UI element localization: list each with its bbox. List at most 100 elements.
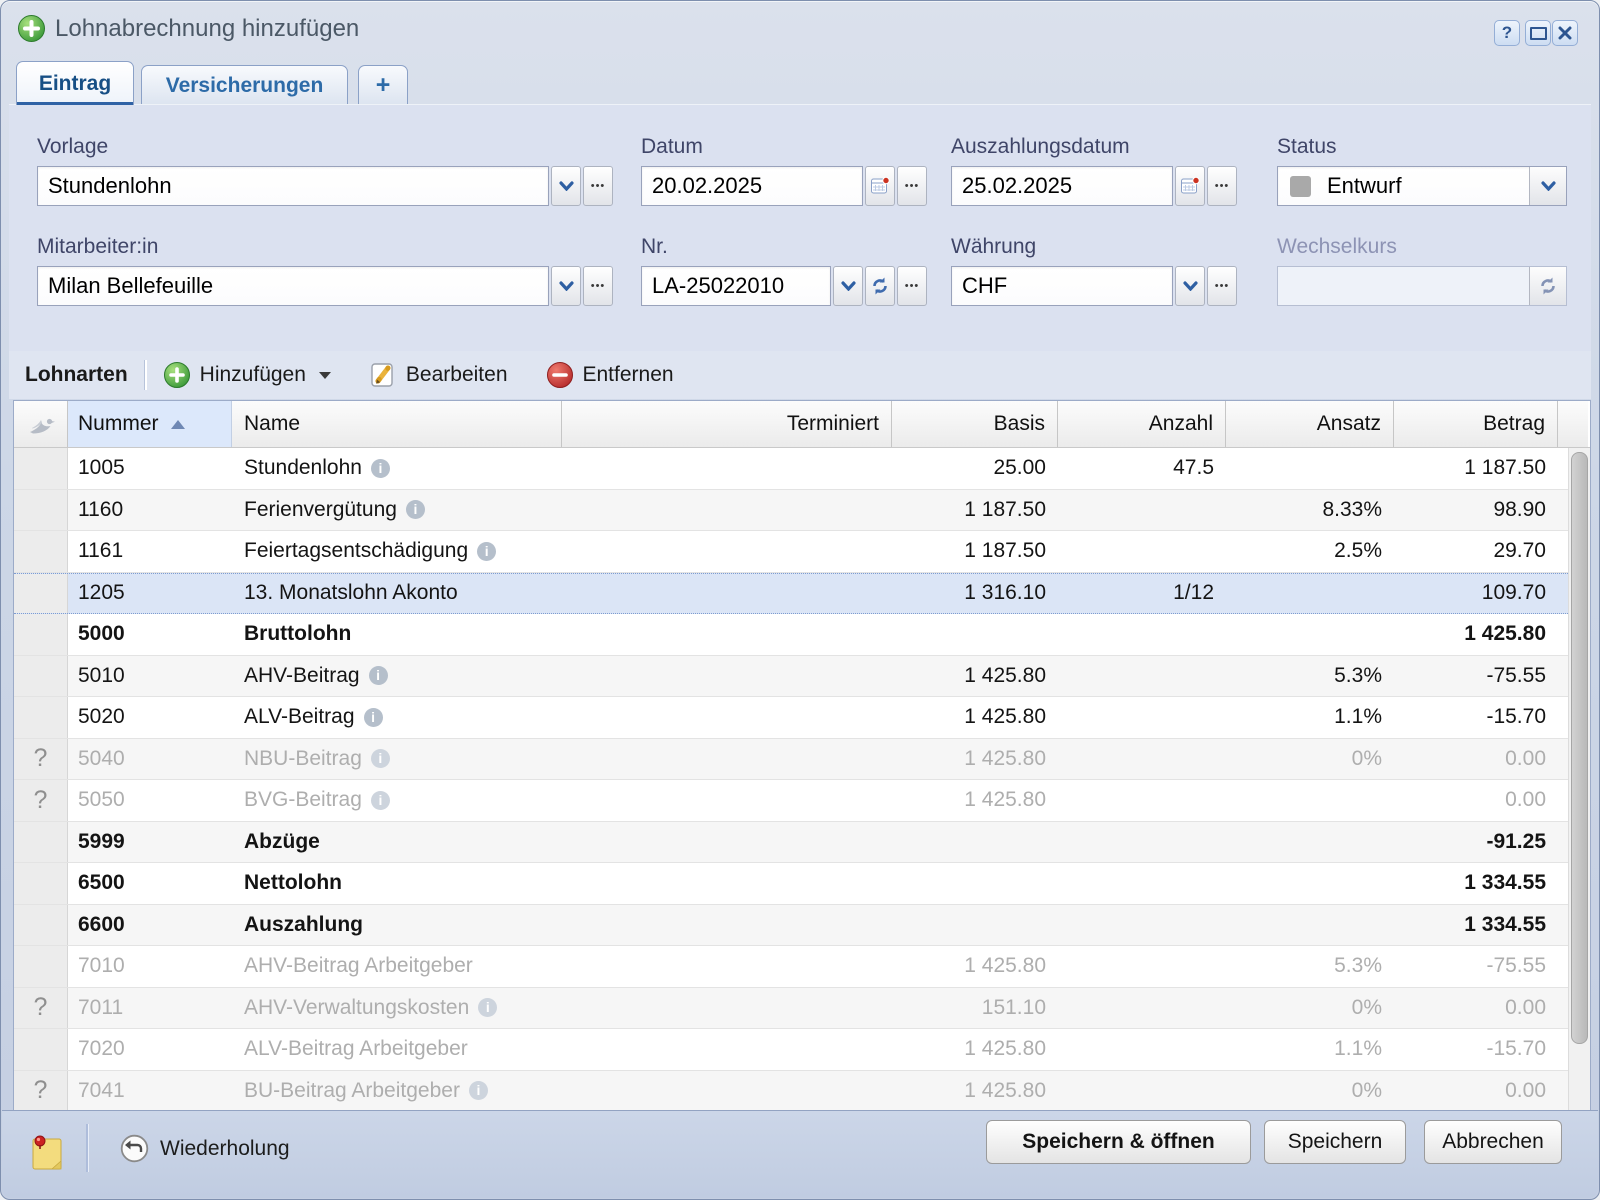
table-row[interactable]: 1205 13. Monatslohn Akonto 1 316.10 1/12… [14,573,1590,615]
add-row-button[interactable]: Hinzufügen [163,361,331,389]
save-button[interactable]: Speichern [1264,1120,1406,1164]
column-header-betrag[interactable]: Betrag [1394,401,1558,447]
nr-more-button[interactable] [897,266,927,306]
column-header-ansatz[interactable]: Ansatz [1226,401,1394,447]
note-icon[interactable] [30,1132,64,1177]
waehrung-input[interactable]: CHF [951,266,1173,306]
info-icon [406,500,425,519]
wiederholung-button[interactable]: Wiederholung [120,1134,290,1163]
datum-more-button[interactable] [897,166,927,206]
tab-add[interactable]: + [358,65,408,105]
table-row[interactable]: 6600 Auszahlung 1 334.55 [14,905,1590,947]
cell-ansatz: 0% [1226,739,1394,780]
cell-basis: 1 187.50 [892,490,1058,531]
cell-nummer: 7010 [68,946,232,987]
cell-terminiert [562,1071,892,1112]
cell-ansatz [1226,448,1394,489]
cell-terminiert [562,614,892,655]
table-row[interactable]: 5010 AHV-Beitrag 1 425.80 5.3% -75.55 [14,656,1590,698]
mitarbeiter-dropdown-button[interactable] [551,266,581,306]
nr-refresh-button[interactable] [865,266,895,306]
table-row[interactable]: 1161 Feiertagsentschädigung 1 187.50 2.5… [14,531,1590,573]
wechselkurs-refresh-button[interactable] [1529,267,1566,305]
nr-input[interactable]: LA-25022010 [641,266,831,306]
cell-anzahl [1058,739,1226,780]
table-row[interactable]: 5000 Bruttolohn 1 425.80 [14,614,1590,656]
table-row[interactable]: 7010 AHV-Beitrag Arbeitgeber 1 425.80 5.… [14,946,1590,988]
waehrung-more-button[interactable] [1207,266,1237,306]
vorlage-dropdown-button[interactable] [551,166,581,206]
tab-versicherungen[interactable]: Versicherungen [141,65,348,105]
minus-circle-icon [546,361,574,389]
calendar-icon [1180,176,1200,196]
waehrung-dropdown-button[interactable] [1175,266,1205,306]
cell-betrag: 1 425.80 [1394,614,1588,655]
gutter-header[interactable] [14,401,68,447]
table-row[interactable]: 6500 Nettolohn 1 334.55 [14,863,1590,905]
refresh-icon [870,276,890,296]
help-button[interactable]: ? [1494,20,1520,46]
datum-calendar-button[interactable] [865,166,895,206]
column-header-basis[interactable]: Basis [892,401,1058,447]
cell-nummer: 6600 [68,905,232,946]
auszahlungsdatum-calendar-button[interactable] [1175,166,1205,206]
row-marker: ? [14,739,68,780]
cell-nummer: 5000 [68,614,232,655]
table-row[interactable]: ? 5050 BVG-Beitrag 1 425.80 0.00 [14,780,1590,822]
nr-dropdown-button[interactable] [833,266,863,306]
cell-name: ALV-Beitrag [232,697,562,738]
nr-label: Nr. [641,235,927,259]
cell-anzahl [1058,697,1226,738]
close-button[interactable] [1552,20,1578,46]
cell-anzahl: 47.5 [1058,448,1226,489]
cell-anzahl [1058,863,1226,904]
help-icon: ? [1502,23,1512,43]
maximize-button[interactable] [1525,20,1551,46]
chevron-down-icon [1541,181,1556,191]
row-marker [14,614,68,655]
vertical-scrollbar[interactable] [1568,448,1590,1112]
cell-nummer: 6500 [68,863,232,904]
cell-betrag: -15.70 [1394,1029,1588,1070]
toolbar-divider [144,360,147,390]
table-row[interactable]: 1005 Stundenlohn 25.00 47.5 1 187.50 [14,448,1590,490]
status-label: Status [1277,135,1567,159]
scrollbar-thumb[interactable] [1571,452,1588,1044]
title-bar: Lohnabrechnung hinzufügen ? [1,1,1599,59]
column-header-nummer[interactable]: Nummer [68,401,232,447]
vorlage-input[interactable]: Stundenlohn [37,166,549,206]
column-header-anzahl[interactable]: Anzahl [1058,401,1226,447]
datum-input[interactable]: 20.02.2025 [641,166,863,206]
save-and-open-button[interactable]: Speichern & öffnen [986,1120,1251,1164]
row-marker [14,531,68,572]
auszahlungsdatum-input[interactable]: 25.02.2025 [951,166,1173,206]
cell-name: Stundenlohn [232,448,562,489]
table-row[interactable]: 7020 ALV-Beitrag Arbeitgeber 1 425.80 1.… [14,1029,1590,1071]
cell-terminiert [562,1029,892,1070]
column-header-terminiert[interactable]: Terminiert [562,401,892,447]
mitarbeiter-input[interactable]: Milan Bellefeuille [37,266,549,306]
sort-ascending-icon [171,420,185,429]
status-dropdown-button[interactable] [1529,167,1566,205]
mitarbeiter-more-button[interactable] [583,266,613,306]
cell-betrag: 0.00 [1394,739,1588,780]
table-row[interactable]: 1160 Ferienvergütung 1 187.50 8.33% 98.9… [14,490,1590,532]
status-select[interactable]: Entwurf [1277,166,1567,206]
table-row[interactable]: ? 7041 BU-Beitrag Arbeitgeber 1 425.80 0… [14,1071,1590,1113]
auszahlungsdatum-more-button[interactable] [1207,166,1237,206]
table-row[interactable]: ? 7011 AHV-Verwaltungskosten 151.10 0% 0… [14,988,1590,1030]
column-header-name[interactable]: Name [232,401,562,447]
cell-betrag: -91.25 [1394,822,1588,863]
tab-eintrag[interactable]: Eintrag [16,61,134,105]
table-row[interactable]: 5020 ALV-Beitrag 1 425.80 1.1% -15.70 [14,697,1590,739]
datum-label: Datum [641,135,927,159]
vorlage-more-button[interactable] [583,166,613,206]
calendar-icon [870,176,890,196]
remove-row-button[interactable]: Entfernen [546,361,674,389]
edit-row-button[interactable]: Bearbeiten [369,361,508,389]
wechselkurs-input[interactable] [1277,266,1567,306]
cancel-button[interactable]: Abbrechen [1424,1120,1562,1164]
cell-basis: 1 425.80 [892,739,1058,780]
table-row[interactable]: ? 5040 NBU-Beitrag 1 425.80 0% 0.00 [14,739,1590,781]
table-row[interactable]: 5999 Abzüge -91.25 [14,822,1590,864]
